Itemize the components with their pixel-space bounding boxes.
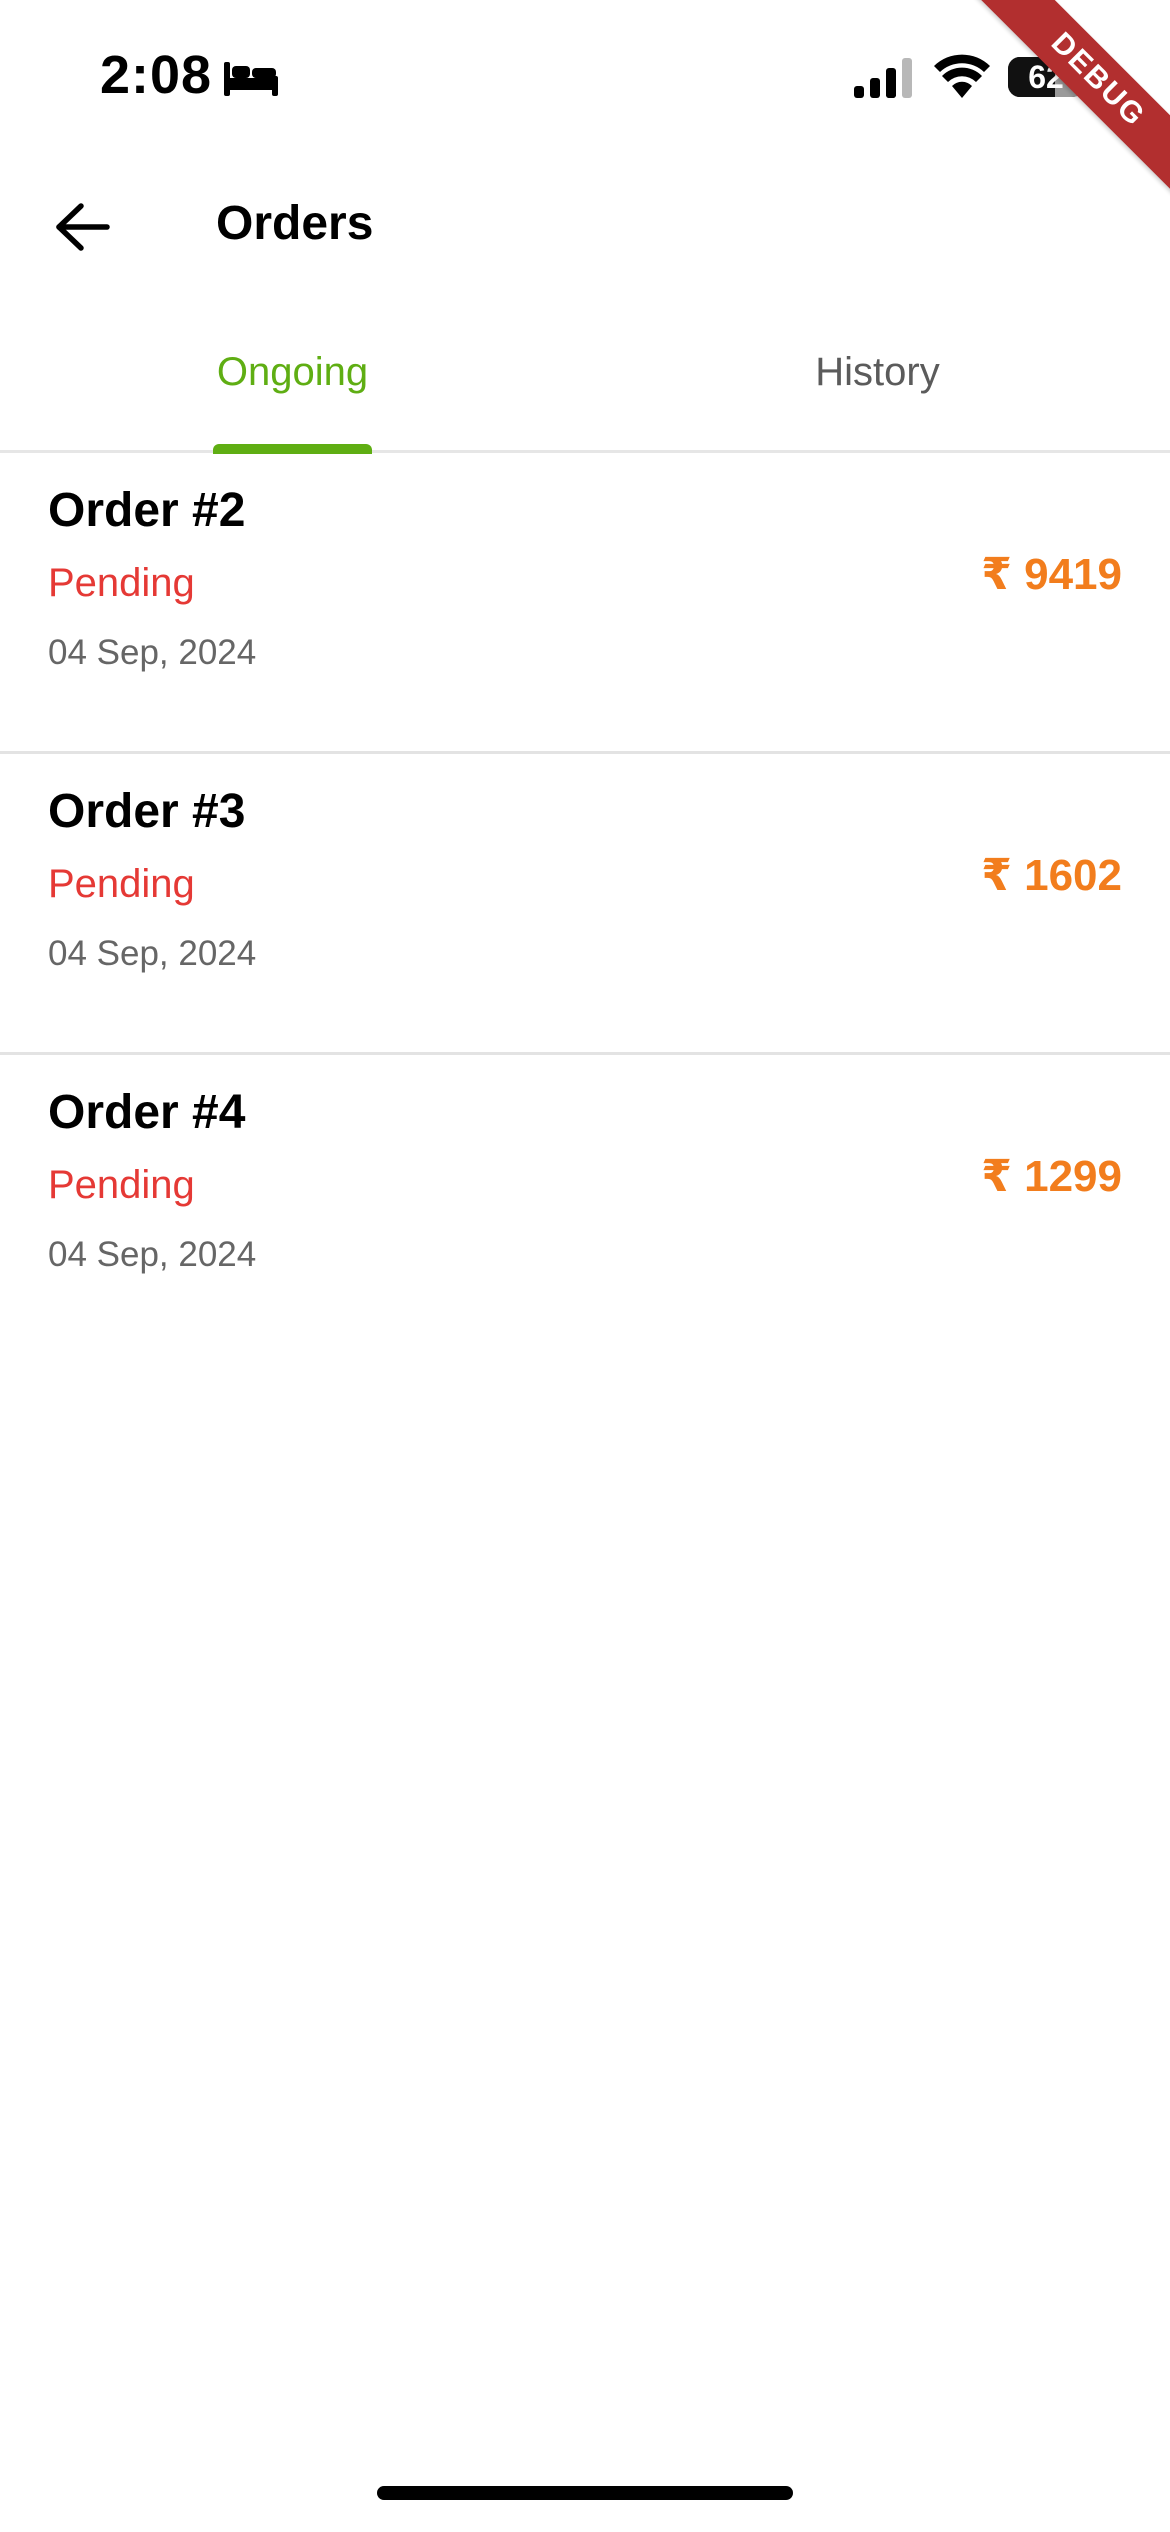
order-list-item[interactable]: Order #4 Pending 04 Sep, 2024 ₹ 1299: [0, 1055, 1170, 1353]
order-status: Pending: [48, 862, 195, 906]
order-status: Pending: [48, 561, 195, 605]
order-amount: ₹ 1602: [981, 851, 1122, 900]
order-list-item[interactable]: Order #2 Pending 04 Sep, 2024 ₹ 9419: [0, 453, 1170, 754]
tab-history[interactable]: History: [585, 320, 1170, 450]
order-status: Pending: [48, 1163, 195, 1207]
order-date: 04 Sep, 2024: [48, 633, 257, 672]
order-amount: ₹ 1299: [981, 1152, 1122, 1201]
order-title: Order #2: [48, 484, 246, 537]
order-title: Order #3: [48, 785, 246, 838]
order-list-item[interactable]: Order #3 Pending 04 Sep, 2024 ₹ 1602: [0, 754, 1170, 1055]
order-date: 04 Sep, 2024: [48, 934, 257, 973]
order-amount: ₹ 9419: [981, 550, 1122, 599]
status-bar: 2:08 62: [0, 0, 1170, 150]
order-date: 04 Sep, 2024: [48, 1235, 257, 1274]
tab-bar: Ongoing History: [0, 320, 1170, 454]
order-list: Order #2 Pending 04 Sep, 2024 ₹ 9419 Ord…: [0, 453, 1170, 1353]
back-button[interactable]: [44, 188, 122, 266]
arrow-left-icon: [56, 203, 110, 251]
page-title: Orders: [216, 197, 374, 250]
status-time: 2:08: [100, 45, 213, 105]
wifi-icon: [934, 54, 990, 98]
app-bar: Orders: [0, 160, 1170, 290]
home-indicator[interactable]: [377, 2486, 793, 2500]
tab-label: Ongoing: [216, 350, 369, 394]
bed-icon: [224, 62, 278, 96]
tab-ongoing[interactable]: Ongoing: [0, 320, 585, 450]
signal-icon: [854, 58, 912, 98]
order-title: Order #4: [48, 1086, 246, 1139]
tab-label: History: [815, 350, 940, 394]
